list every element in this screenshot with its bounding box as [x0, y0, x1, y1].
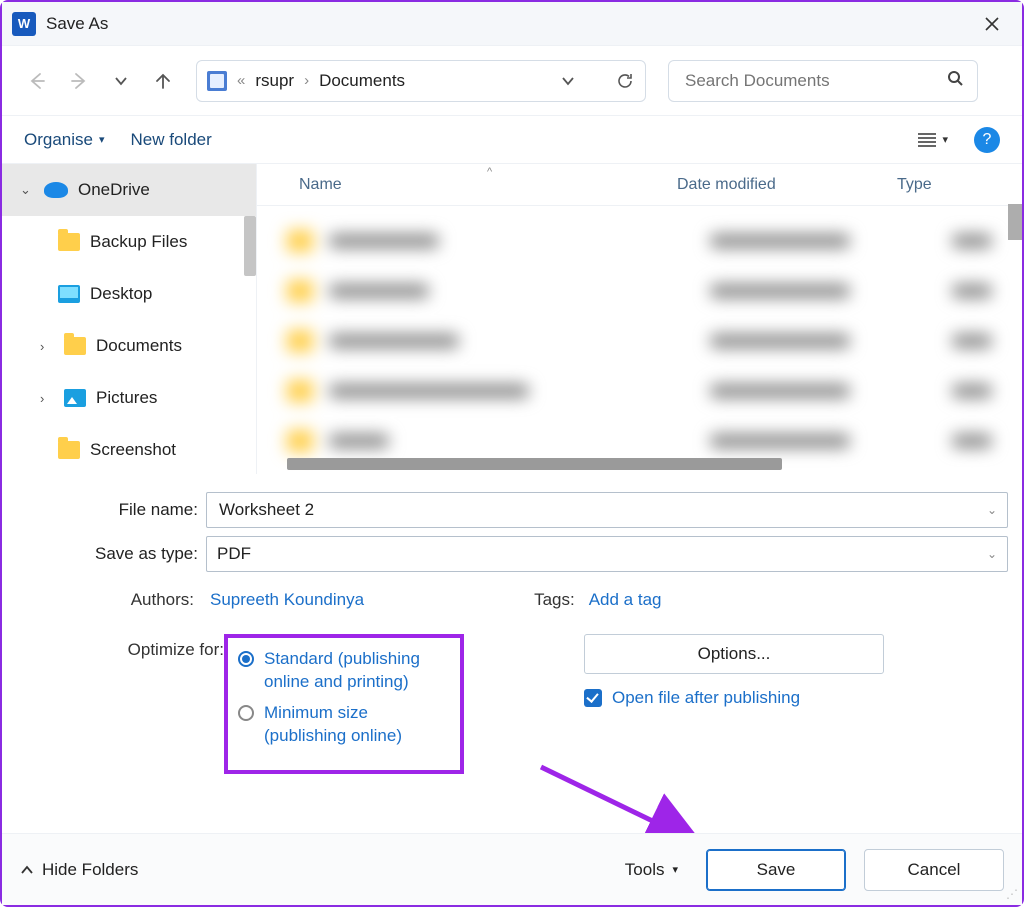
folder-icon [64, 337, 86, 355]
open-after-checkbox[interactable]: Open file after publishing [584, 688, 884, 708]
vertical-scrollbar[interactable] [1008, 204, 1022, 240]
tree-label: Desktop [90, 284, 152, 304]
tree-label: OneDrive [78, 180, 150, 200]
chevron-up-icon [20, 863, 34, 877]
dropdown-icon[interactable]: ⌄ [987, 503, 997, 517]
tree-scrollbar[interactable] [244, 216, 256, 276]
file-rows-blurred [257, 206, 1022, 476]
optimize-highlight-box: Standard (publishing online and printing… [224, 634, 464, 774]
help-button[interactable]: ? [974, 127, 1000, 153]
breadcrumb-seg1[interactable]: rsupr [255, 71, 294, 91]
cancel-button[interactable]: Cancel [864, 849, 1004, 891]
list-view-icon [918, 133, 936, 147]
resize-grip-icon[interactable]: ⋰ [1006, 887, 1018, 901]
tree-pictures[interactable]: › Pictures [2, 372, 256, 424]
filename-input[interactable] [217, 499, 987, 521]
title-bar: W Save As [2, 2, 1022, 46]
close-button[interactable] [972, 4, 1012, 44]
breadcrumb-sep: « [237, 72, 245, 89]
toolbar: Organise ▾ New folder ▾ ? [2, 116, 1022, 164]
chevron-right-icon: › [40, 339, 54, 354]
search-box[interactable] [668, 60, 978, 102]
authors-label: Authors: [16, 590, 210, 610]
tree-label: Screenshot [90, 440, 176, 460]
file-list[interactable]: ^ Name Date modified Type [257, 164, 1022, 474]
authors-value[interactable]: Supreeth Koundinya [210, 590, 364, 610]
tools-button[interactable]: Tools ▾ [625, 860, 678, 880]
nav-up-button[interactable] [146, 64, 180, 98]
breadcrumb-seg2[interactable]: Documents [319, 71, 405, 91]
optimize-minimum-label: Minimum size (publishing online) [264, 702, 442, 748]
filename-label: File name: [16, 500, 206, 520]
filename-input-wrap[interactable]: ⌄ [206, 492, 1008, 528]
body-area: ⌄ OneDrive Backup Files Desktop › Docume… [2, 164, 1022, 474]
pictures-icon [64, 389, 86, 407]
column-header-name[interactable]: Name [257, 176, 677, 194]
close-icon [984, 16, 1000, 32]
arrow-right-icon [69, 71, 89, 91]
chevron-down-icon[interactable] [561, 74, 575, 88]
save-form: File name: ⌄ Save as type: PDF ⌄ Authors… [2, 474, 1022, 782]
optimize-standard-label: Standard (publishing online and printing… [264, 648, 442, 694]
savetype-value: PDF [217, 544, 987, 564]
chevron-down-icon: ⌄ [20, 182, 34, 198]
nav-row: « rsupr › Documents [2, 46, 1022, 116]
tree-label: Backup Files [90, 232, 187, 252]
horizontal-scrollbar[interactable] [287, 458, 782, 470]
options-button[interactable]: Options... [584, 634, 884, 674]
optimize-standard-radio[interactable]: Standard (publishing online and printing… [238, 648, 442, 694]
folder-icon [58, 441, 80, 459]
dialog-title: Save As [46, 14, 108, 34]
column-header-type[interactable]: Type [897, 176, 967, 194]
sort-indicator-icon: ^ [487, 166, 492, 178]
organise-label: Organise [24, 130, 93, 150]
folder-tree[interactable]: ⌄ OneDrive Backup Files Desktop › Docume… [2, 164, 257, 474]
search-input[interactable] [683, 70, 947, 92]
tree-backup-files[interactable]: Backup Files [2, 216, 256, 268]
tree-label: Pictures [96, 388, 157, 408]
nav-recent-button[interactable] [104, 64, 138, 98]
chevron-down-icon [114, 74, 128, 88]
tree-onedrive[interactable]: ⌄ OneDrive [2, 164, 256, 216]
location-icon [207, 71, 227, 91]
nav-forward-button[interactable] [62, 64, 96, 98]
radio-checked-icon [238, 651, 254, 667]
view-button[interactable]: ▾ [918, 133, 948, 147]
arrow-left-icon [27, 71, 47, 91]
save-button[interactable]: Save [706, 849, 846, 891]
optimize-label: Optimize for: [16, 634, 224, 660]
checkbox-checked-icon [584, 689, 602, 707]
folder-icon [58, 233, 80, 251]
chevron-right-icon: › [40, 391, 54, 406]
hide-folders-label: Hide Folders [42, 860, 138, 880]
radio-unchecked-icon [238, 705, 254, 721]
arrow-up-icon [153, 71, 173, 91]
dropdown-icon[interactable]: ⌄ [987, 547, 997, 561]
hide-folders-button[interactable]: Hide Folders [20, 860, 138, 880]
address-bar[interactable]: « rsupr › Documents [196, 60, 646, 102]
tree-screenshot[interactable]: Screenshot [2, 424, 256, 474]
savetype-label: Save as type: [16, 544, 206, 564]
onedrive-icon [44, 182, 68, 198]
tree-label: Documents [96, 336, 182, 356]
optimize-minimum-radio[interactable]: Minimum size (publishing online) [238, 702, 442, 748]
breadcrumb-sep: › [304, 72, 309, 89]
organise-button[interactable]: Organise ▾ [24, 130, 105, 150]
list-header: Name Date modified Type [257, 164, 1022, 206]
new-folder-button[interactable]: New folder [131, 130, 212, 150]
refresh-icon[interactable] [615, 71, 635, 91]
word-app-icon: W [12, 12, 36, 36]
tree-documents[interactable]: › Documents [2, 320, 256, 372]
tree-desktop[interactable]: Desktop [2, 268, 256, 320]
savetype-select[interactable]: PDF ⌄ [206, 536, 1008, 572]
column-header-date[interactable]: Date modified [677, 176, 897, 194]
tags-value[interactable]: Add a tag [589, 590, 662, 610]
tools-label: Tools [625, 860, 665, 880]
tags-label: Tags: [534, 590, 589, 610]
open-after-label: Open file after publishing [612, 688, 800, 708]
dialog-footer: Hide Folders Tools ▾ Save Cancel ⋰ [2, 833, 1022, 905]
desktop-icon [58, 285, 80, 303]
search-icon[interactable] [947, 70, 963, 91]
nav-back-button[interactable] [20, 64, 54, 98]
